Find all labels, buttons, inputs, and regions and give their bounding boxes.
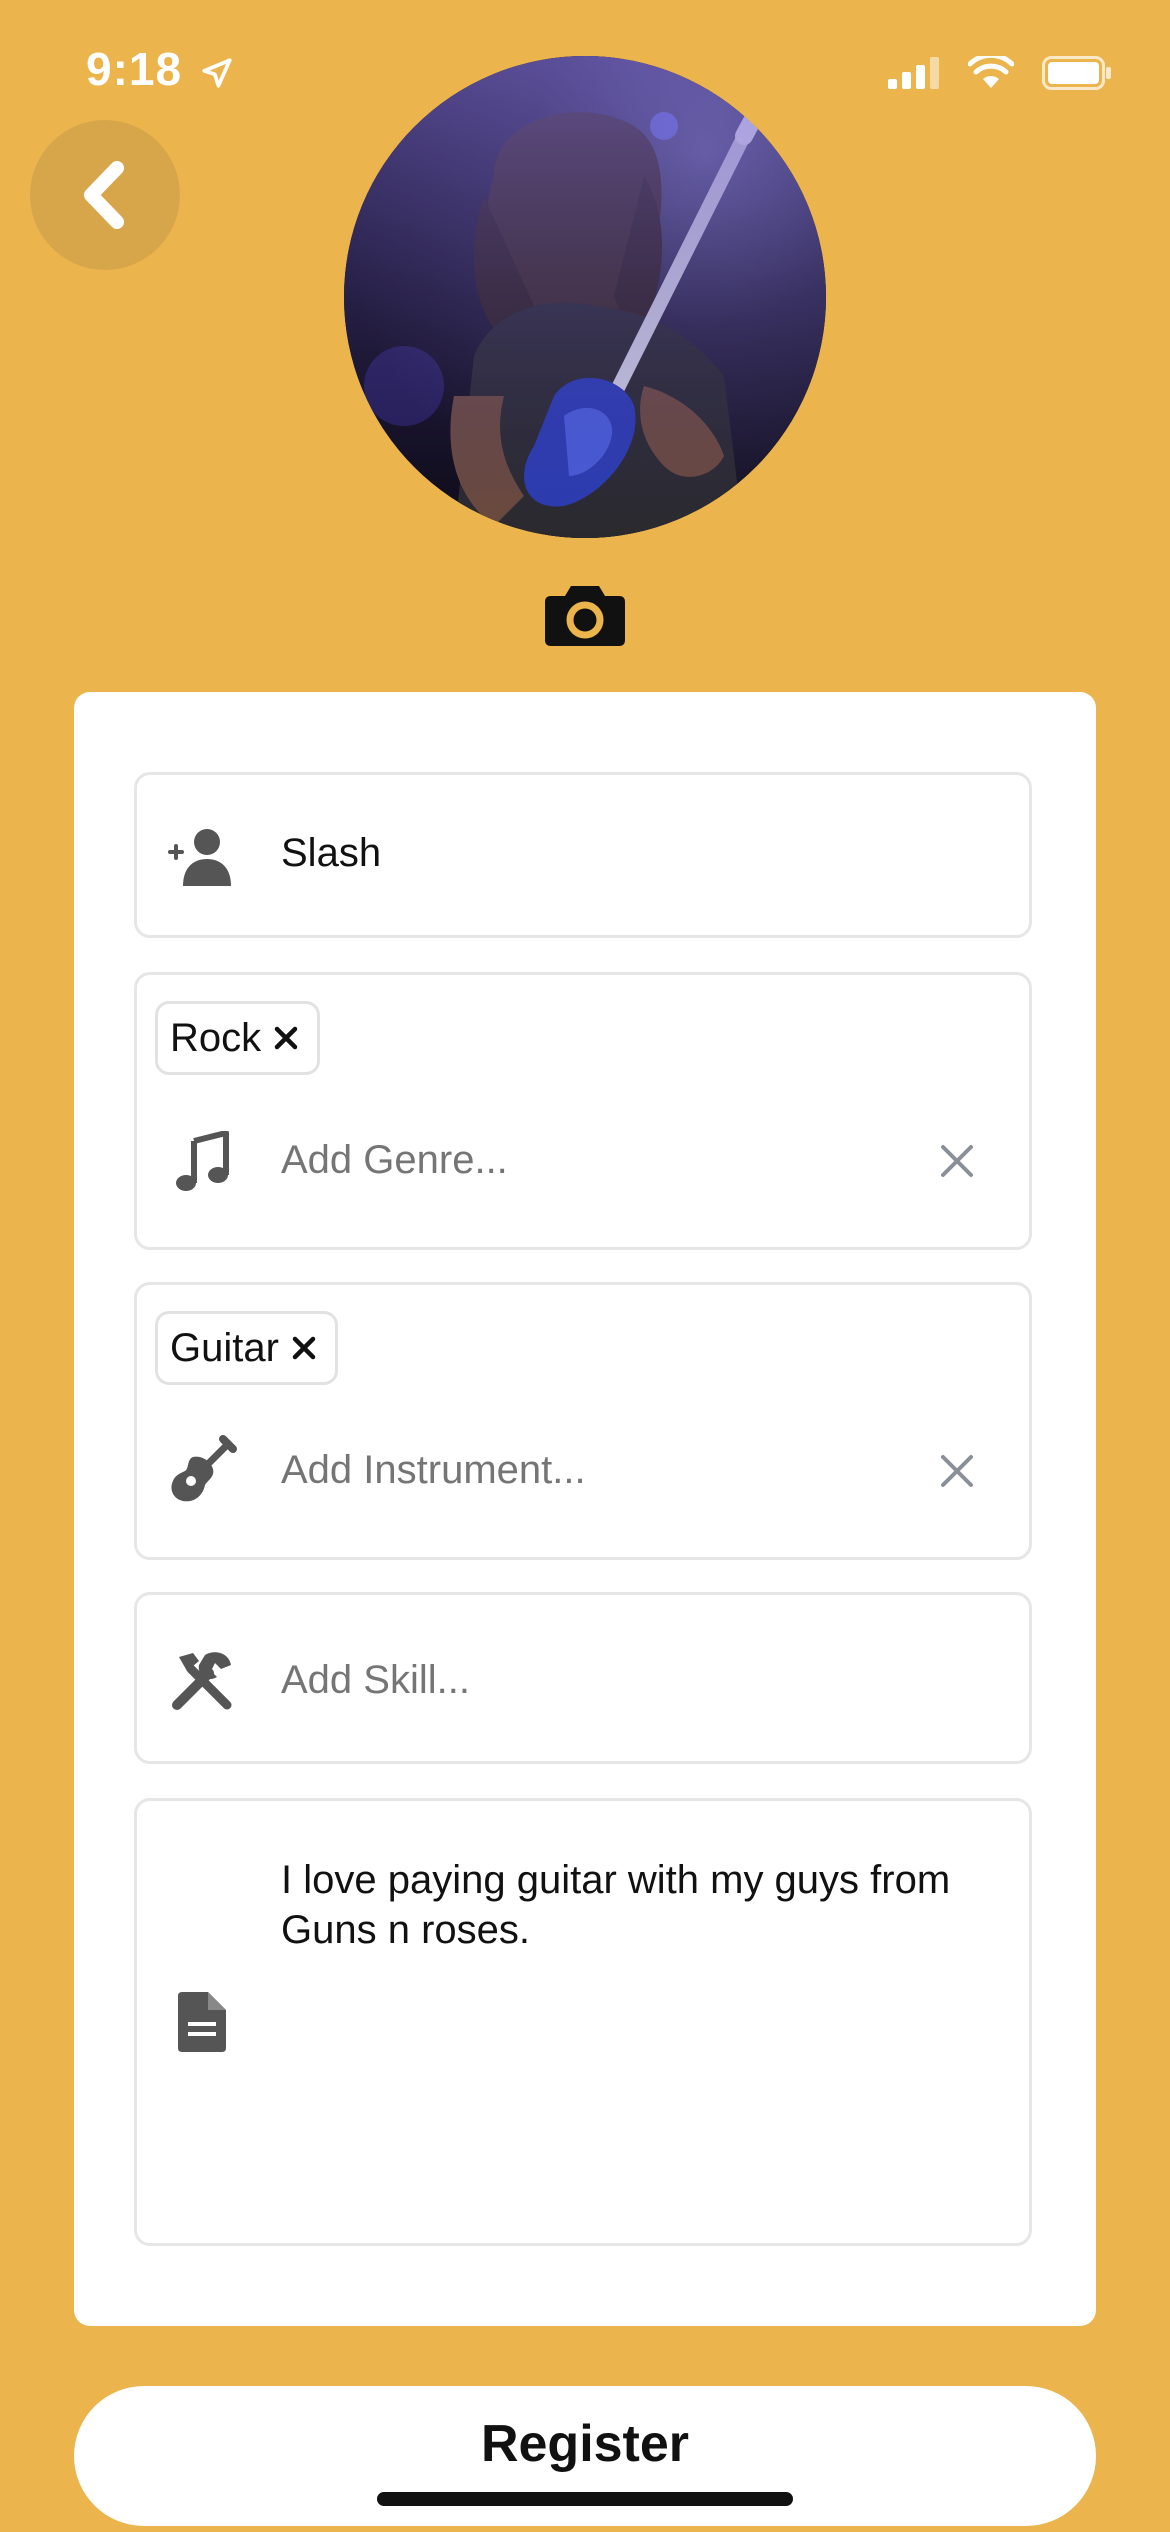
guitar-icon bbox=[167, 1435, 237, 1505]
profile-avatar[interactable] bbox=[344, 56, 826, 538]
clear-instrument-icon[interactable] bbox=[937, 1451, 977, 1491]
name-field[interactable]: Slash bbox=[134, 772, 1032, 938]
instrument-input[interactable] bbox=[281, 1437, 881, 1503]
status-time: 9:18 bbox=[86, 42, 234, 96]
remove-tag-icon[interactable] bbox=[289, 1333, 319, 1363]
time-label: 9:18 bbox=[86, 43, 183, 95]
tools-icon bbox=[167, 1645, 237, 1715]
music-note-icon bbox=[167, 1127, 237, 1197]
skill-field[interactable] bbox=[134, 1592, 1032, 1764]
chevron-left-icon bbox=[84, 161, 124, 229]
status-icons bbox=[888, 56, 1112, 90]
home-indicator bbox=[377, 2492, 793, 2506]
instrument-tag-label: Guitar bbox=[170, 1325, 279, 1370]
genre-input[interactable] bbox=[281, 1127, 881, 1193]
genre-tag[interactable]: Rock bbox=[155, 1001, 321, 1075]
back-button[interactable] bbox=[30, 120, 180, 270]
clear-genre-icon[interactable] bbox=[937, 1141, 977, 1181]
bio-field[interactable]: I love paying guitar with my guys from G… bbox=[134, 1798, 1032, 2246]
instrument-field[interactable]: Guitar bbox=[134, 1282, 1032, 1560]
name-value: Slash bbox=[281, 831, 382, 875]
guitarist-photo bbox=[344, 56, 826, 538]
signal-icon bbox=[888, 57, 939, 89]
battery-icon bbox=[1042, 56, 1111, 90]
wifi-icon bbox=[968, 56, 1014, 88]
add-user-icon bbox=[167, 823, 237, 893]
skill-input[interactable] bbox=[281, 1647, 881, 1713]
change-photo-button[interactable] bbox=[543, 580, 627, 648]
document-icon bbox=[167, 1987, 237, 2057]
remove-tag-icon[interactable] bbox=[271, 1023, 301, 1053]
location-arrow-icon bbox=[202, 58, 232, 88]
camera-icon bbox=[545, 586, 625, 646]
register-label: Register bbox=[480, 2415, 690, 2473]
bio-text[interactable]: I love paying guitar with my guys from G… bbox=[281, 1855, 961, 1955]
profile-form-card: Slash Rock Guitar bbox=[74, 692, 1096, 2326]
genre-field[interactable]: Rock bbox=[134, 972, 1032, 1250]
genre-tag-label: Rock bbox=[170, 1015, 262, 1060]
instrument-tag[interactable]: Guitar bbox=[155, 1311, 338, 1385]
